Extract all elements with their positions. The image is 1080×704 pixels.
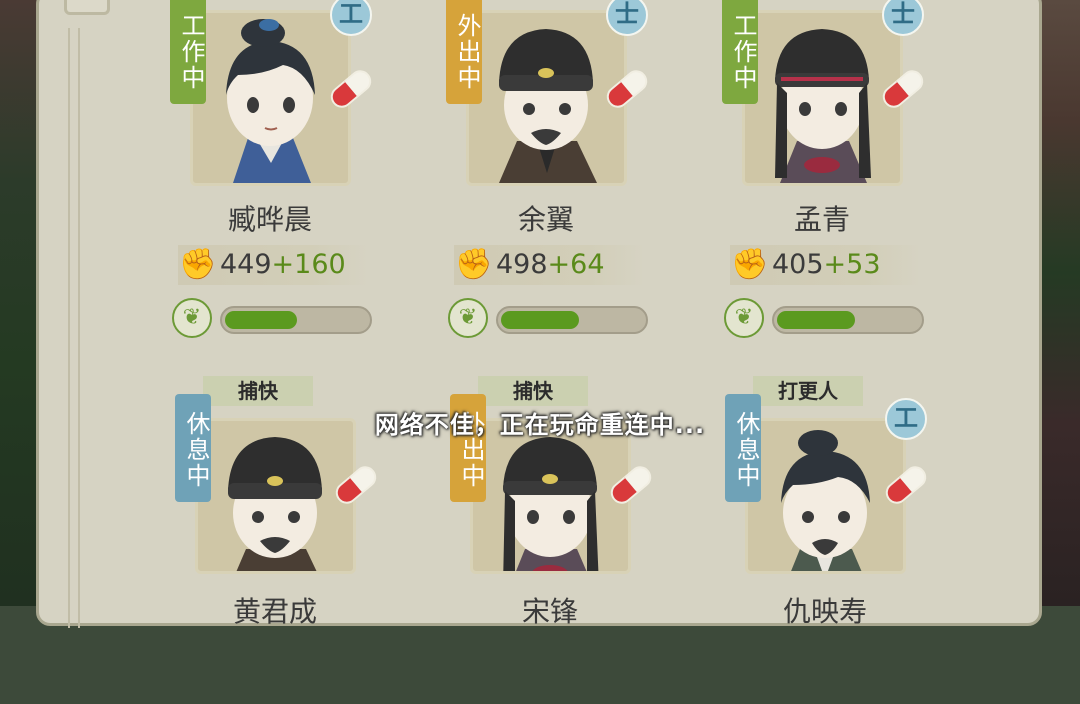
panel-corner-tab[interactable] xyxy=(64,0,110,15)
staff-name: 余翼 xyxy=(517,203,574,236)
stamina-bar-fill xyxy=(777,311,855,329)
stat-base: 498 xyxy=(496,249,548,280)
class-badge: 工 xyxy=(330,0,372,36)
character-avatar xyxy=(775,29,871,183)
strength-stat: ✊ 498+64 xyxy=(454,245,644,285)
portrait xyxy=(190,10,351,186)
class-badge: 士 xyxy=(606,0,648,36)
character-avatar xyxy=(226,19,315,183)
stamina-bar-fill xyxy=(225,311,297,329)
flexed-arm-icon: ✊ xyxy=(179,247,217,282)
class-badge: 士 xyxy=(882,0,924,36)
leaf-icon: ❦ xyxy=(724,298,764,338)
stat-bonus: +160 xyxy=(271,249,346,280)
flexed-arm-icon: ✊ xyxy=(455,247,493,282)
stat-base: 449 xyxy=(220,249,272,280)
staff-card[interactable]: 工作中 士 孟青 ✊ 405+53 ❦ xyxy=(722,0,942,338)
status-tag-working: 工作中 xyxy=(170,0,206,104)
strength-stat: ✊ 405+53 xyxy=(730,245,920,285)
staff-name: 仇映寿 xyxy=(782,595,867,628)
portrait xyxy=(466,10,627,186)
staff-card[interactable]: 工作中 工 臧晔晨 ✊ 449+160 ❦ xyxy=(170,0,390,338)
status-tag-working: 工作中 xyxy=(722,0,758,104)
network-reconnect-toast: 网络不佳，正在玩命重连中... xyxy=(374,411,706,439)
character-avatar xyxy=(228,437,322,571)
staff-name: 臧晔晨 xyxy=(227,203,312,236)
portrait xyxy=(470,418,631,574)
staff-card[interactable]: 捕快 休息中 黄君成 xyxy=(175,376,395,704)
panel-scroll-rail[interactable] xyxy=(68,28,80,628)
leaf-icon: ❦ xyxy=(448,298,488,338)
stamina-bar-fill xyxy=(501,311,579,329)
portrait xyxy=(195,418,356,574)
staff-card[interactable]: 捕快 外出中 宋锋 xyxy=(450,376,670,704)
role-tag: 捕快 xyxy=(203,376,313,406)
staff-card[interactable]: 外出中 士 余翼 ✊ 498+64 ❦ xyxy=(446,0,666,338)
staff-name: 宋锋 xyxy=(521,595,578,628)
staff-card[interactable]: 打更人 休息中 工 仇映寿 xyxy=(725,376,945,704)
staff-name: 孟青 xyxy=(793,203,850,236)
strength-stat: ✊ 449+160 xyxy=(178,245,368,285)
role-tag: 捕快 xyxy=(478,376,588,406)
stat-base: 405 xyxy=(772,249,824,280)
flexed-arm-icon: ✊ xyxy=(731,247,769,282)
leaf-icon: ❦ xyxy=(172,298,212,338)
staff-name: 黄君成 xyxy=(232,595,317,628)
stamina-bar xyxy=(772,306,924,334)
character-avatar xyxy=(781,430,870,571)
stat-bonus: +53 xyxy=(823,249,881,280)
status-tag-out: 外出中 xyxy=(446,0,482,104)
stat-bonus: +64 xyxy=(547,249,605,280)
character-avatar xyxy=(499,29,597,183)
portrait xyxy=(745,418,906,574)
role-tag: 打更人 xyxy=(753,376,863,406)
character-avatar xyxy=(503,437,599,571)
stamina-bar xyxy=(220,306,372,334)
stamina-bar xyxy=(496,306,648,334)
portrait xyxy=(742,10,903,186)
